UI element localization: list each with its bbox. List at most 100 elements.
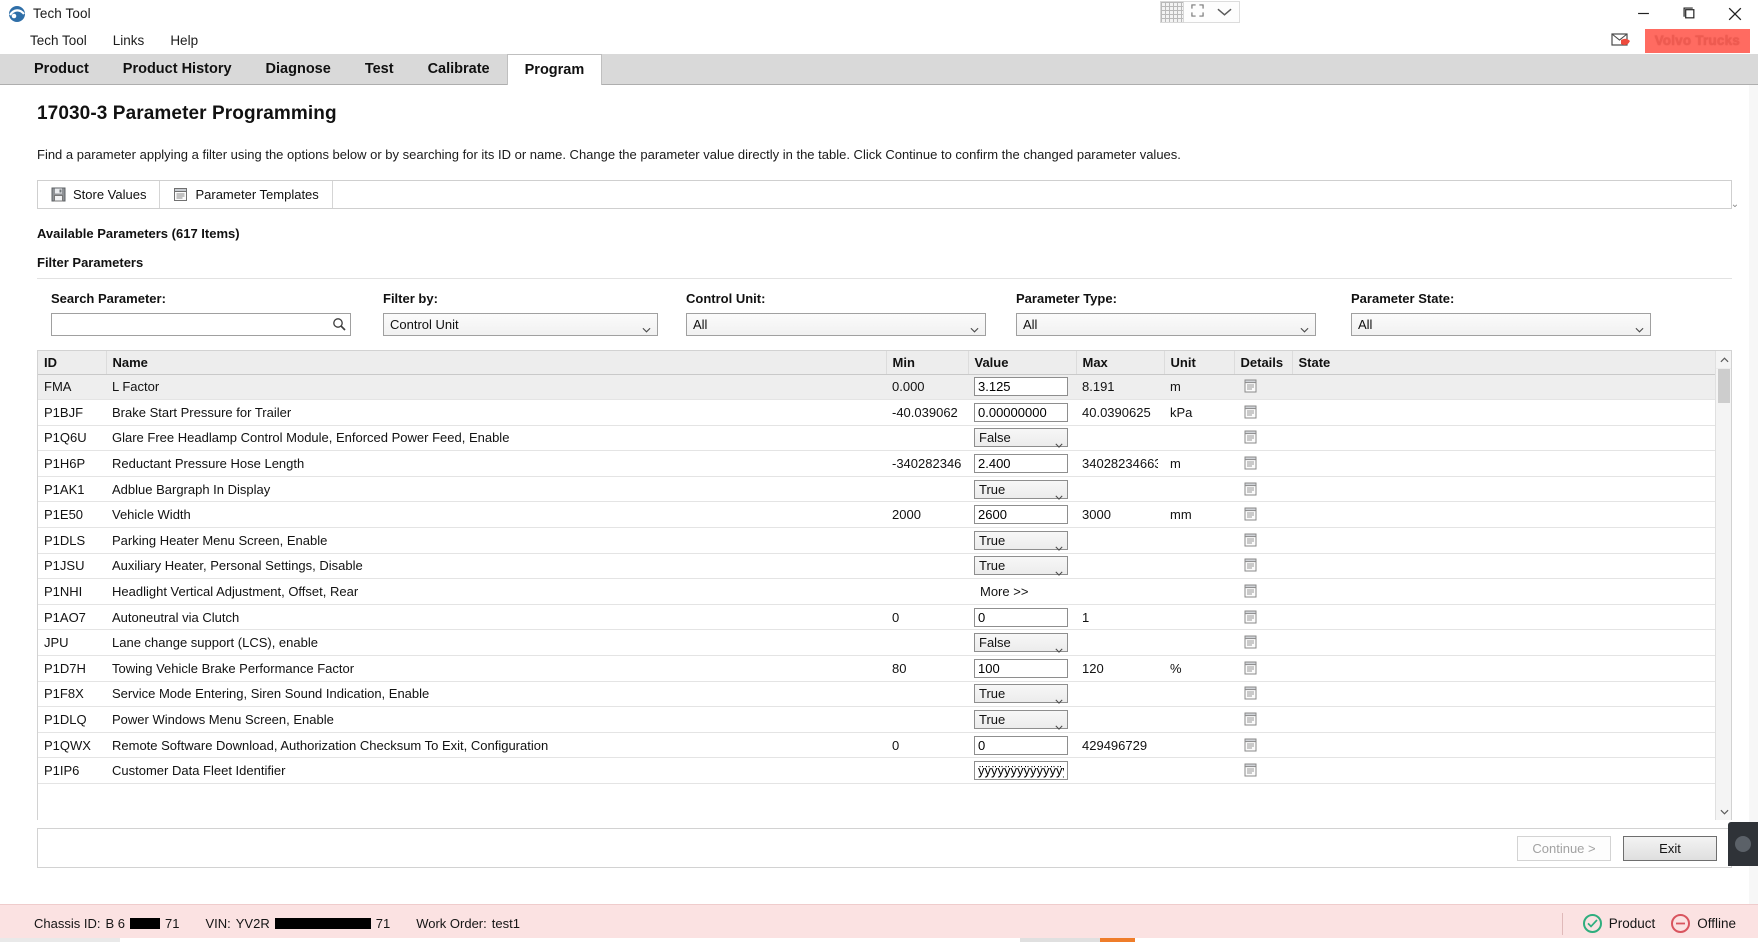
details-document-icon[interactable]: [1244, 456, 1258, 471]
tab-calibrate[interactable]: Calibrate: [411, 54, 507, 84]
table-row[interactable]: P1D7H Towing Vehicle Brake Performance Fa…: [38, 655, 1731, 682]
scrollbar-thumb[interactable]: [1718, 369, 1730, 403]
cell-id: FMA: [38, 374, 106, 401]
menu-item-tech-tool[interactable]: Tech Tool: [20, 31, 97, 50]
value-select[interactable]: True: [974, 530, 1068, 551]
details-document-icon[interactable]: [1244, 738, 1258, 753]
table-row[interactable]: P1AO7 Autoneutral via Clutch 0 1: [38, 604, 1731, 631]
value-select[interactable]: True: [974, 684, 1068, 705]
page-scrollbar[interactable]: [1749, 85, 1758, 904]
floating-corner-widget[interactable]: [1728, 822, 1758, 866]
table-row[interactable]: P1IP6 Customer Data Fleet Identifier: [38, 757, 1731, 784]
details-document-icon[interactable]: [1244, 405, 1258, 420]
value-input[interactable]: [974, 402, 1068, 422]
details-document-icon[interactable]: [1244, 610, 1258, 625]
table-row[interactable]: P1DLQ Power Windows Menu Screen, Enable Tr…: [38, 706, 1731, 733]
store-values-button[interactable]: Store Values: [38, 181, 161, 208]
column-header-min[interactable]: Min: [886, 351, 969, 375]
value-select[interactable]: False: [974, 633, 1068, 654]
table-vertical-scrollbar[interactable]: [1715, 351, 1731, 820]
chevron-down-icon[interactable]: [1217, 5, 1232, 20]
parameter-templates-button[interactable]: Parameter Templates: [160, 181, 333, 208]
expand-icon[interactable]: [1191, 4, 1204, 20]
table-row[interactable]: P1BJF Brake Start Pressure for Trailer -40…: [38, 399, 1731, 426]
redacted-vin-block: [274, 918, 371, 929]
table-row[interactable]: P1AK1 Adblue Bargraph In Display True: [38, 476, 1731, 503]
table-row[interactable]: P1E50 Vehicle Width 2000 3000 mm: [38, 501, 1731, 529]
table-row[interactable]: FMA L Factor 0.000 8.191 m: [38, 374, 1731, 401]
value-input[interactable]: [974, 761, 1068, 781]
grid-layout-icon[interactable]: [1160, 1, 1184, 23]
search-input[interactable]: [51, 313, 351, 336]
value-input[interactable]: [974, 377, 1068, 397]
details-document-icon[interactable]: [1244, 558, 1258, 573]
cell-name: Adblue Bargraph In Display: [106, 476, 886, 503]
details-document-icon[interactable]: [1244, 482, 1258, 497]
snap-layout-group[interactable]: [1184, 1, 1240, 23]
column-header-id[interactable]: ID: [38, 351, 107, 375]
parameter-state-select[interactable]: All: [1351, 313, 1651, 336]
value-select[interactable]: True: [974, 556, 1068, 577]
menu-item-links[interactable]: Links: [103, 31, 155, 50]
table-row[interactable]: P1H6P Reductant Pressure Hose Length -3402…: [38, 450, 1731, 477]
table-row[interactable]: P1F8X Service Mode Entering, Siren Sound …: [38, 681, 1731, 708]
details-document-icon[interactable]: [1244, 635, 1258, 650]
continue-button[interactable]: Continue >: [1517, 835, 1611, 861]
tab-product-history[interactable]: Product History: [106, 54, 249, 84]
column-header-max[interactable]: Max: [1076, 351, 1165, 375]
tab-test[interactable]: Test: [348, 54, 411, 84]
details-document-icon[interactable]: [1244, 661, 1258, 676]
details-document-icon[interactable]: [1244, 533, 1258, 548]
message-notification-icon[interactable]: [1610, 31, 1635, 51]
table-row[interactable]: P1NHI Headlight Vertical Adjustment, Offs…: [38, 578, 1731, 605]
details-document-icon[interactable]: [1244, 763, 1258, 778]
value-input[interactable]: [974, 658, 1068, 678]
column-header-value[interactable]: Value: [968, 351, 1077, 375]
value-select-text: True: [979, 712, 1006, 728]
cell-details: [1234, 655, 1292, 682]
scroll-up-arrow-icon[interactable]: [1716, 351, 1731, 368]
close-button[interactable]: [1712, 0, 1758, 27]
table-row[interactable]: P1DLS Parking Heater Menu Screen, Enable T…: [38, 527, 1731, 554]
details-document-icon[interactable]: [1244, 430, 1258, 445]
search-icon[interactable]: [332, 317, 346, 331]
value-select[interactable]: True: [974, 479, 1068, 500]
product-status-chip[interactable]: Product: [1582, 914, 1655, 933]
tab-program[interactable]: Program: [506, 54, 603, 85]
column-header-unit[interactable]: Unit: [1164, 351, 1235, 375]
details-document-icon[interactable]: [1244, 379, 1258, 394]
tab-diagnose[interactable]: Diagnose: [249, 54, 348, 84]
value-more-link[interactable]: More >>: [974, 584, 1028, 599]
minimize-button[interactable]: [1620, 0, 1666, 27]
value-input[interactable]: [974, 505, 1068, 525]
parameter-type-select[interactable]: All: [1016, 313, 1316, 336]
maximize-button[interactable]: [1666, 0, 1712, 27]
exit-button[interactable]: Exit: [1623, 835, 1717, 861]
column-header-name[interactable]: Name: [106, 351, 887, 375]
filter-by-select[interactable]: Control Unit: [383, 313, 658, 336]
column-header-state[interactable]: State: [1292, 351, 1731, 375]
connection-status-chip[interactable]: Offline: [1671, 914, 1736, 933]
value-select-text: False: [979, 430, 1011, 446]
value-select[interactable]: False: [974, 428, 1068, 449]
control-unit-select[interactable]: All: [686, 313, 986, 336]
table-row[interactable]: P1JSU Auxiliary Heater, Personal Settings…: [38, 553, 1731, 580]
menu-item-help[interactable]: Help: [160, 31, 208, 50]
details-document-icon[interactable]: [1244, 686, 1258, 701]
window-snap-widget[interactable]: [1160, 0, 1240, 24]
table-row[interactable]: JPU Lane change support (LCS), enable Fals…: [38, 629, 1731, 657]
details-document-icon[interactable]: [1244, 507, 1258, 522]
value-select[interactable]: True: [974, 710, 1068, 730]
column-header-details[interactable]: Details: [1234, 351, 1293, 375]
toolbar-resize-grip[interactable]: ⌄: [1730, 181, 1740, 210]
tab-product[interactable]: Product: [17, 54, 106, 84]
value-input[interactable]: [974, 454, 1068, 474]
scroll-down-arrow-icon[interactable]: [1716, 803, 1731, 820]
details-document-icon[interactable]: [1244, 712, 1258, 727]
value-input[interactable]: [974, 607, 1068, 627]
details-document-icon[interactable]: [1244, 584, 1258, 599]
cell-name: Service Mode Entering, Siren Sound Indic…: [106, 681, 886, 708]
table-row[interactable]: P1Q6U Glare Free Headlamp Control Module,…: [38, 425, 1731, 452]
value-input[interactable]: [974, 735, 1068, 755]
table-row[interactable]: P1QWX Remote Software Download, Authoriza…: [38, 732, 1731, 759]
